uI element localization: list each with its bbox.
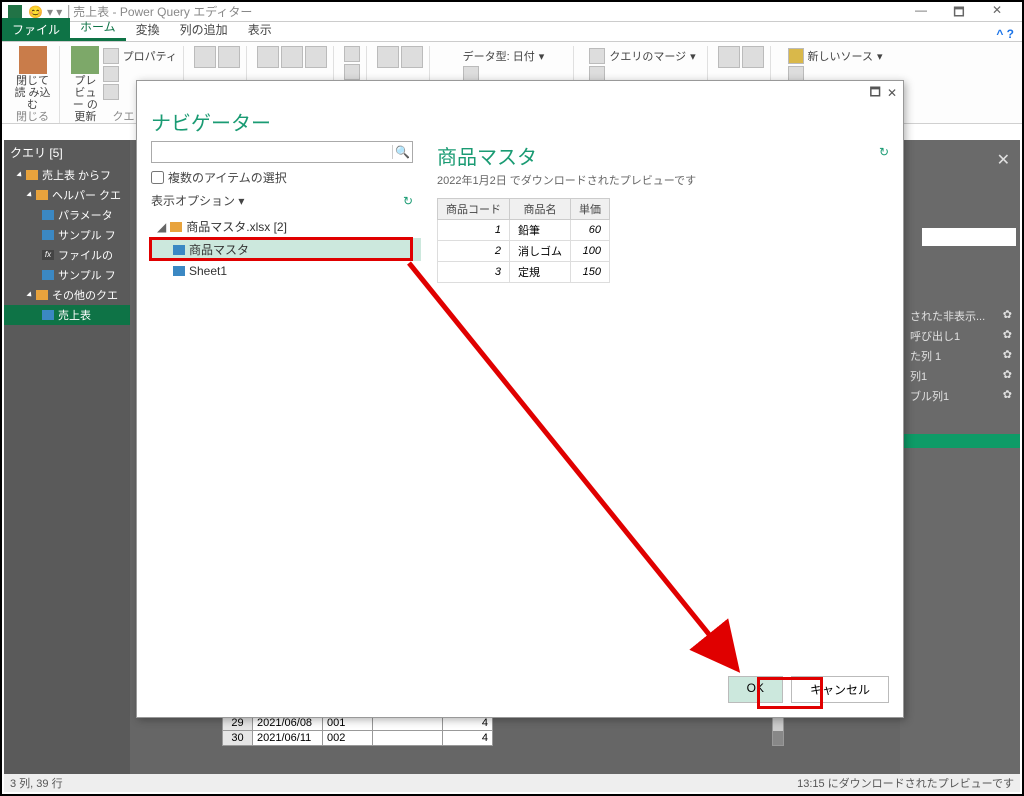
close-icon[interactable]: ✕: [997, 150, 1010, 170]
multi-select-label: 複数のアイテムの選択: [168, 169, 287, 186]
datatype-dropdown[interactable]: データ型: 日付 ▾: [463, 48, 545, 64]
dialog-title: ナビゲーター: [137, 105, 903, 146]
emoji-icon: 😊: [28, 5, 43, 19]
help-icon[interactable]: ^ ?: [996, 27, 1014, 41]
tab-transform[interactable]: 変換: [126, 18, 170, 41]
navigator-dialog: 🗖 ✕ ナビゲーター 🔍 複数のアイテムの選択 表示オプション ▾ ↻ ◢: [136, 80, 904, 718]
annotation-box-ok: [757, 677, 823, 709]
minimize-button[interactable]: —: [902, 3, 940, 21]
maximize-button[interactable]: 🗖: [940, 3, 978, 21]
annotation-box: [149, 237, 413, 261]
merge-queries-button[interactable]: クエリのマージ ▾: [589, 48, 695, 64]
status-bar: 3 列, 39 行 13:15 にダウンロードされたプレビューです: [4, 774, 1020, 792]
navigator-search[interactable]: 🔍: [151, 141, 413, 163]
dialog-close-button[interactable]: ✕: [887, 86, 897, 100]
tab-home[interactable]: ホーム: [70, 15, 126, 41]
query-selected[interactable]: 売上表: [4, 305, 130, 325]
display-options-dropdown[interactable]: 表示オプション ▾: [151, 192, 244, 209]
new-source-button[interactable]: 新しいソース ▾: [788, 48, 883, 64]
preview-title: 商品マスタ: [437, 141, 889, 170]
status-left: 3 列, 39 行: [10, 775, 63, 791]
close-window-button[interactable]: ✕: [978, 3, 1016, 21]
tree-folder[interactable]: 売上表 からフ: [4, 165, 130, 185]
dialog-maximize-button[interactable]: 🗖: [870, 83, 881, 104]
queries-title: クエリ [5]: [4, 140, 130, 165]
status-right: 13:15 にダウンロードされたプレビューです: [797, 775, 1014, 791]
tab-view[interactable]: 表示: [238, 18, 282, 41]
query-settings-pane: ✕ された非表示...✿ 呼び出し1✿ た列 1✿ 列1✿ ブル列1✿: [900, 140, 1020, 774]
ribbon-tabs: ファイル ホーム 変換 列の追加 表示 ^ ?: [2, 22, 1022, 42]
refresh-preview-icon[interactable]: ↻: [879, 145, 889, 159]
applied-steps: された非表示...✿ 呼び出し1✿ た列 1✿ 列1✿ ブル列1✿: [906, 306, 1016, 406]
queries-pane: クエリ [5] 売上表 からフ ヘルパー クエ パラメータ サンプル フ fxフ…: [4, 140, 130, 774]
search-icon[interactable]: 🔍: [392, 145, 412, 159]
close-load-button[interactable]: 閉じて読 み込む: [12, 46, 53, 111]
refresh-preview-button[interactable]: プレビュー の更新: [70, 46, 101, 123]
file-tab[interactable]: ファイル: [2, 18, 70, 41]
settings-input[interactable]: [922, 228, 1016, 246]
tab-addcolumn[interactable]: 列の追加: [170, 18, 238, 41]
excel-icon: [8, 5, 22, 19]
preview-subtitle: 2022年1月2日 でダウンロードされたプレビューです: [437, 172, 889, 188]
tree-file-node[interactable]: ◢ 商品マスタ.xlsx [2]: [151, 215, 421, 238]
tree-item[interactable]: Sheet1: [151, 261, 421, 281]
queries-tree: 売上表 からフ ヘルパー クエ パラメータ サンプル フ fxファイルの サンプ…: [4, 165, 130, 325]
multi-select-checkbox[interactable]: [151, 171, 164, 184]
preview-table: 商品コード 商品名 単価 1鉛筆60 2消しゴム100 3定規150: [437, 198, 610, 283]
properties-button[interactable]: プロパティ: [103, 48, 177, 64]
search-input[interactable]: [152, 145, 392, 160]
refresh-tree-icon[interactable]: ↻: [403, 194, 413, 208]
